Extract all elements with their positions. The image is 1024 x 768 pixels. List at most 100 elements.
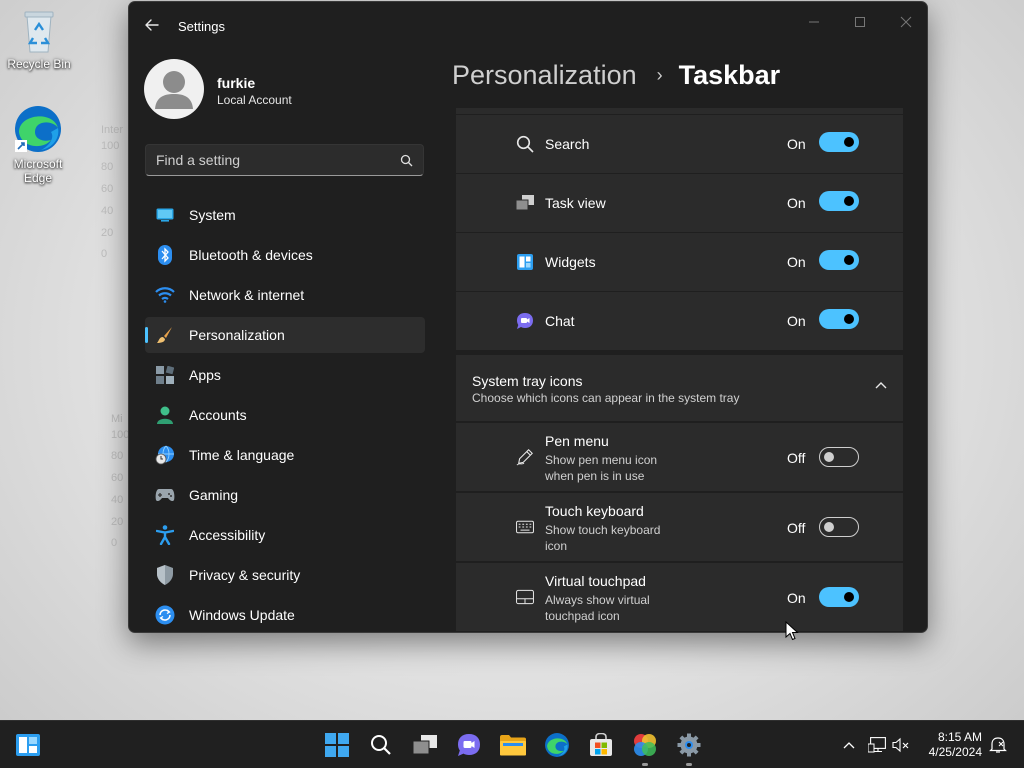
folder-icon xyxy=(500,735,526,756)
sidebar-item-label: Time & language xyxy=(189,447,295,463)
breadcrumb-parent[interactable]: Personalization xyxy=(452,60,637,91)
gear-icon xyxy=(677,733,701,757)
shield-icon xyxy=(155,565,175,585)
settings-taskbar-button[interactable] xyxy=(673,729,705,766)
sidebar-item-network[interactable]: Network & internet xyxy=(145,277,425,313)
sidebar-item-gaming[interactable]: Gaming xyxy=(145,477,425,513)
widgets-toggle[interactable] xyxy=(819,250,859,270)
start-button[interactable] xyxy=(321,729,353,761)
sidebar-item-system[interactable]: System xyxy=(145,197,425,233)
search-icon[interactable] xyxy=(400,154,413,167)
desktop-icon-edge[interactable]: Microsoft Edge xyxy=(0,104,76,185)
setting-label: Task view xyxy=(545,195,606,211)
sidebar-item-personalization[interactable]: Personalization xyxy=(145,317,425,353)
user-avatar-icon xyxy=(155,71,193,109)
chat-toggle[interactable] xyxy=(819,309,859,329)
search-input[interactable] xyxy=(146,145,386,175)
touch-keyboard-toggle[interactable] xyxy=(819,517,859,537)
chat-taskbar-button[interactable] xyxy=(453,729,485,761)
user-name: furkie xyxy=(217,75,256,91)
toggle-knob xyxy=(844,255,854,265)
accessibility-icon xyxy=(155,525,175,545)
setting-row-chat: Chat On xyxy=(456,292,903,350)
notifications-button[interactable] xyxy=(982,729,1014,761)
minimize-icon xyxy=(809,21,819,23)
sidebar-item-accounts[interactable]: Accounts xyxy=(145,397,425,433)
sidebar-nav: System Bluetooth & devices Network & int… xyxy=(145,197,425,632)
setting-label: Widgets xyxy=(545,254,596,270)
widgets-icon xyxy=(16,734,40,756)
sidebar-item-privacy[interactable]: Privacy & security xyxy=(145,557,425,593)
virtual-touchpad-toggle[interactable] xyxy=(819,587,859,607)
sidebar-item-label: Accessibility xyxy=(189,527,266,543)
clock-date: 4/25/2024 xyxy=(928,745,982,759)
sidebar-item-apps[interactable]: Apps xyxy=(145,357,425,393)
desktop-icon-label: Recycle Bin xyxy=(7,57,71,71)
running-indicator xyxy=(642,763,648,766)
maximize-icon xyxy=(855,17,865,27)
toggle-state-label: On xyxy=(787,254,806,270)
widgets-icon xyxy=(516,253,534,271)
section-subtitle: Choose which icons can appear in the sys… xyxy=(472,391,740,405)
setting-row-task-view: Task view On xyxy=(456,174,903,232)
background-chart-labels: Inter 100 80 60 40 20 0 xyxy=(101,120,123,266)
bg-chart-tick: 80 xyxy=(101,161,114,174)
notification-bell-icon xyxy=(989,737,1007,753)
taskbar-clock[interactable]: 8:15 AM 4/25/2024 xyxy=(929,730,982,760)
settings-window: Settings furkie Local Account Find a set… xyxy=(128,1,928,633)
chevron-right-icon: › xyxy=(656,65,663,85)
scrolled-card-top xyxy=(456,108,903,114)
back-button[interactable] xyxy=(141,14,163,36)
photos-taskbar-button[interactable] xyxy=(629,729,661,766)
close-icon xyxy=(900,16,912,28)
close-button[interactable] xyxy=(883,8,927,36)
title-bar[interactable]: Settings xyxy=(129,2,927,50)
monitor-icon xyxy=(155,205,175,225)
sidebar-item-accessibility[interactable]: Accessibility xyxy=(145,517,425,553)
person-icon xyxy=(155,405,175,425)
sidebar-item-label: Network & internet xyxy=(189,287,305,303)
file-explorer-taskbar-button[interactable] xyxy=(497,729,529,761)
chat-icon xyxy=(516,312,534,330)
desktop-icon-label: Microsoft Edge xyxy=(13,157,63,185)
bg-chart-tick: 0 xyxy=(101,248,108,261)
toggle-knob xyxy=(844,196,854,206)
search-taskbar-button[interactable] xyxy=(365,729,397,761)
system-tray-section-header[interactable]: System tray icons Choose which icons can… xyxy=(456,355,903,421)
volume-tray-button[interactable] xyxy=(885,729,917,761)
pen-menu-toggle[interactable] xyxy=(819,447,859,467)
globe-clock-icon xyxy=(155,445,175,465)
toggle-state-label: On xyxy=(787,590,806,606)
minimize-button[interactable] xyxy=(791,8,837,36)
setting-label: Touch keyboard xyxy=(545,503,644,519)
search-toggle[interactable] xyxy=(819,132,859,152)
sidebar-item-label: Personalization xyxy=(189,327,285,343)
task-view-toggle[interactable] xyxy=(819,191,859,211)
sidebar-item-windows-update[interactable]: Windows Update xyxy=(145,597,425,632)
settings-search-box[interactable] xyxy=(145,144,424,176)
setting-description: Show touch keyboard icon xyxy=(545,523,661,553)
edge-taskbar-button[interactable] xyxy=(541,729,573,761)
toggle-knob xyxy=(844,314,854,324)
mouse-cursor-icon xyxy=(785,621,799,641)
bg-chart-tick: 0 xyxy=(111,537,118,550)
network-icon xyxy=(868,737,886,753)
desktop-icon-recycle-bin[interactable]: Recycle Bin xyxy=(1,8,77,71)
store-taskbar-button[interactable] xyxy=(585,729,617,761)
sidebar-item-label: Privacy & security xyxy=(189,567,301,583)
page-title: Taskbar xyxy=(678,60,781,90)
maximize-button[interactable] xyxy=(837,8,883,36)
chevron-up-icon[interactable] xyxy=(875,381,887,389)
chat-icon xyxy=(458,734,480,756)
recycle-bin-icon xyxy=(20,8,58,54)
avatar[interactable] xyxy=(144,59,204,119)
taskbar: 8:15 AM 4/25/2024 xyxy=(0,720,1024,768)
color-app-icon xyxy=(634,734,656,756)
clock-time: 8:15 AM xyxy=(937,730,982,744)
task-view-taskbar-button[interactable] xyxy=(409,729,441,761)
sidebar-item-label: Windows Update xyxy=(189,607,295,623)
widgets-taskbar-button[interactable] xyxy=(12,729,44,761)
sidebar-item-bluetooth[interactable]: Bluetooth & devices xyxy=(145,237,425,273)
sidebar-item-time-language[interactable]: Time & language xyxy=(145,437,425,473)
setting-label: Chat xyxy=(545,313,575,329)
